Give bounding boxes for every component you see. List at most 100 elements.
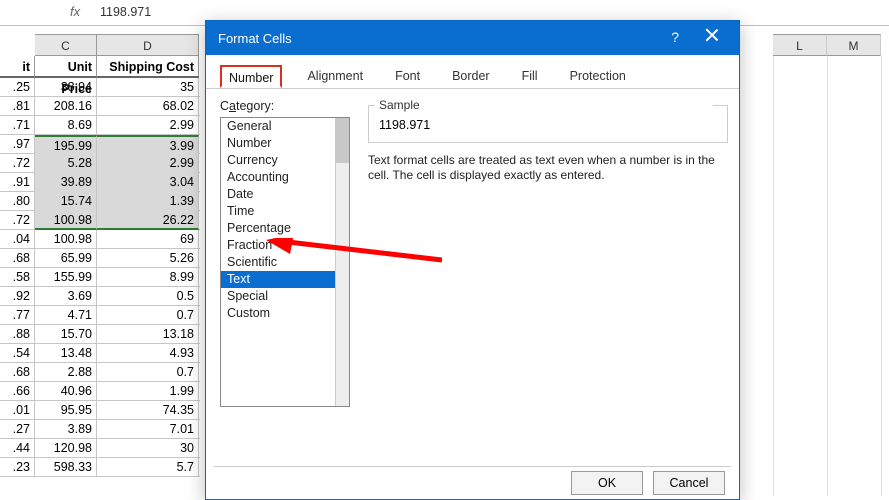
table-row[interactable]: .6640.961.99 — [0, 382, 200, 401]
cell[interactable]: 13.48 — [35, 344, 97, 363]
column-header-d[interactable]: D — [97, 34, 199, 56]
cell[interactable]: 208.16 — [35, 97, 97, 116]
cell[interactable]: 5.7 — [97, 458, 199, 477]
table-row[interactable]: .5413.484.93 — [0, 344, 200, 363]
ok-button[interactable]: OK — [571, 471, 643, 495]
category-item-time[interactable]: Time — [221, 203, 349, 220]
cell[interactable]: 2.88 — [35, 363, 97, 382]
cell[interactable]: 95.95 — [35, 401, 97, 420]
cell[interactable]: .66 — [0, 382, 35, 401]
cell[interactable]: 100.98 — [35, 211, 97, 230]
cell[interactable]: 1.99 — [97, 382, 199, 401]
cell[interactable]: 13.18 — [97, 325, 199, 344]
spreadsheet-grid[interactable]: .2538.9435.81208.1668.02.718.692.99.9719… — [0, 78, 200, 477]
tab-border[interactable]: Border — [445, 65, 497, 88]
category-item-special[interactable]: Special — [221, 288, 349, 305]
cell[interactable]: .68 — [0, 363, 35, 382]
cell[interactable]: 1.39 — [97, 192, 199, 211]
category-item-scientific[interactable]: Scientific — [221, 254, 349, 271]
table-row[interactable]: .04100.9869 — [0, 230, 200, 249]
cell[interactable]: .72 — [0, 154, 35, 173]
cell[interactable]: 5.26 — [97, 249, 199, 268]
table-row[interactable]: .725.282.99 — [0, 154, 200, 173]
scrollbar-thumb[interactable] — [335, 118, 349, 163]
cell[interactable]: 0.7 — [97, 306, 199, 325]
table-row[interactable]: .44120.9830 — [0, 439, 200, 458]
category-item-currency[interactable]: Currency — [221, 152, 349, 169]
cell[interactable]: 155.99 — [35, 268, 97, 287]
tab-font[interactable]: Font — [388, 65, 427, 88]
cell[interactable]: .97 — [0, 135, 35, 154]
table-row[interactable]: .923.690.5 — [0, 287, 200, 306]
cell[interactable]: .25 — [0, 78, 35, 97]
table-row[interactable]: .58155.998.99 — [0, 268, 200, 287]
cell[interactable]: 39.89 — [35, 173, 97, 192]
formula-value[interactable]: 1198.971 — [100, 5, 151, 19]
category-item-accounting[interactable]: Accounting — [221, 169, 349, 186]
cell[interactable]: 3.99 — [97, 135, 199, 154]
cancel-button[interactable]: Cancel — [653, 471, 725, 495]
cell[interactable]: 7.01 — [97, 420, 199, 439]
header-unit-price[interactable]: Unit Price — [35, 56, 97, 78]
cell[interactable]: 598.33 — [35, 458, 97, 477]
cell[interactable]: 8.99 — [97, 268, 199, 287]
category-list[interactable]: GeneralNumberCurrencyAccountingDateTimeP… — [220, 117, 350, 407]
table-row[interactable]: .8015.741.39 — [0, 192, 200, 211]
cell[interactable]: 2.99 — [97, 154, 199, 173]
table-row[interactable]: .718.692.99 — [0, 116, 200, 135]
cell[interactable]: .72 — [0, 211, 35, 230]
column-header-c[interactable]: C — [35, 34, 97, 56]
cell[interactable]: 68.02 — [97, 97, 199, 116]
cell[interactable]: 3.89 — [35, 420, 97, 439]
cell[interactable]: 195.99 — [35, 135, 97, 154]
column-header-m[interactable]: M — [827, 34, 881, 56]
cell[interactable]: 3.69 — [35, 287, 97, 306]
header-shipping-cost[interactable]: Shipping Cost — [97, 56, 199, 78]
cell[interactable]: .91 — [0, 173, 35, 192]
cell[interactable]: 26.22 — [97, 211, 199, 230]
cell[interactable]: 30 — [97, 439, 199, 458]
category-item-text[interactable]: Text — [221, 271, 349, 288]
scrollbar[interactable] — [335, 118, 349, 406]
table-row[interactable]: .9139.893.04 — [0, 173, 200, 192]
cell[interactable]: 8.69 — [35, 116, 97, 135]
cell[interactable]: 74.35 — [97, 401, 199, 420]
tab-alignment[interactable]: Alignment — [300, 65, 370, 88]
cell[interactable]: 69 — [97, 230, 199, 249]
table-row[interactable]: .682.880.7 — [0, 363, 200, 382]
help-button[interactable]: ? — [671, 29, 679, 45]
cell[interactable]: 100.98 — [35, 230, 97, 249]
tab-protection[interactable]: Protection — [563, 65, 633, 88]
cell[interactable]: .80 — [0, 192, 35, 211]
cell[interactable]: .01 — [0, 401, 35, 420]
table-row[interactable]: .2538.9435 — [0, 78, 200, 97]
cell[interactable]: 120.98 — [35, 439, 97, 458]
table-row[interactable]: .774.710.7 — [0, 306, 200, 325]
cell[interactable]: 4.71 — [35, 306, 97, 325]
cell[interactable]: .77 — [0, 306, 35, 325]
table-row[interactable]: .8815.7013.18 — [0, 325, 200, 344]
cell[interactable]: 0.7 — [97, 363, 199, 382]
cell[interactable]: 0.5 — [97, 287, 199, 306]
cell[interactable]: .04 — [0, 230, 35, 249]
cell[interactable]: 4.93 — [97, 344, 199, 363]
category-item-fraction[interactable]: Fraction — [221, 237, 349, 254]
cell[interactable]: 2.99 — [97, 116, 199, 135]
column-header-l[interactable]: L — [773, 34, 827, 56]
category-item-general[interactable]: General — [221, 118, 349, 135]
category-item-date[interactable]: Date — [221, 186, 349, 203]
table-row[interactable]: .72100.9826.22 — [0, 211, 200, 230]
table-row[interactable]: .273.897.01 — [0, 420, 200, 439]
cell[interactable]: .68 — [0, 249, 35, 268]
cell[interactable]: 15.70 — [35, 325, 97, 344]
cell[interactable]: .71 — [0, 116, 35, 135]
cell[interactable]: 35 — [97, 78, 199, 97]
tab-number[interactable]: Number — [220, 65, 282, 88]
cell[interactable]: 15.74 — [35, 192, 97, 211]
table-row[interactable]: .23598.335.7 — [0, 458, 200, 477]
cell[interactable]: 40.96 — [35, 382, 97, 401]
header-partial[interactable]: it — [0, 56, 35, 78]
category-item-percentage[interactable]: Percentage — [221, 220, 349, 237]
cell[interactable]: 5.28 — [35, 154, 97, 173]
table-row[interactable]: .97195.993.99 — [0, 135, 200, 154]
